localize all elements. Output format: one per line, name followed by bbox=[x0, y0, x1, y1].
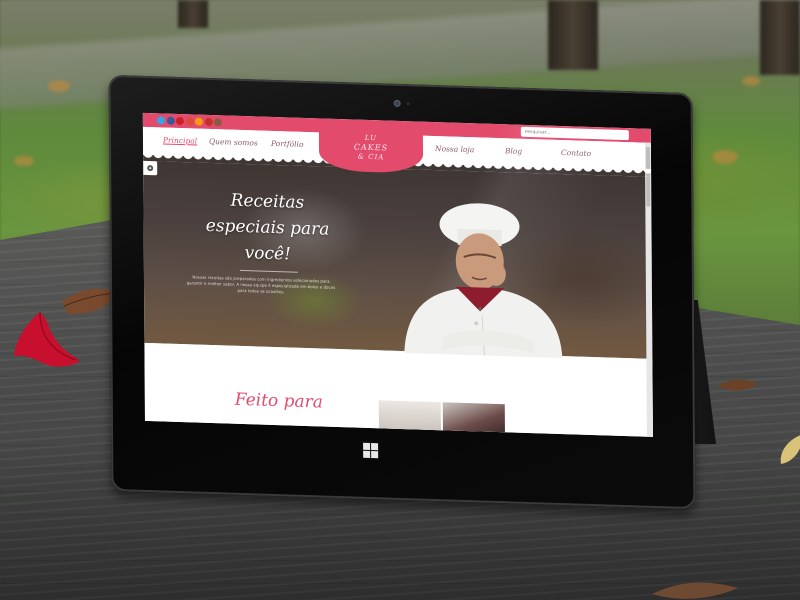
nav-portfolio[interactable]: Portfólio bbox=[271, 139, 304, 149]
fallen-leaf bbox=[14, 156, 34, 166]
windows-logo-icon[interactable] bbox=[363, 442, 379, 459]
nav-nossa-loja[interactable]: Nossa loja bbox=[435, 144, 474, 154]
gear-icon bbox=[147, 164, 154, 172]
site-logo[interactable]: LU CAKES & CIA bbox=[318, 122, 424, 174]
dry-leaf bbox=[652, 582, 738, 599]
fallen-leaf bbox=[48, 80, 70, 92]
tablet-device: Principal Quem somos Portfólio Nossa loj… bbox=[108, 74, 696, 510]
google-plus-icon[interactable] bbox=[185, 117, 194, 126]
cake-thumbnail[interactable] bbox=[442, 402, 505, 435]
fallen-leaf bbox=[742, 76, 760, 86]
chef-photo bbox=[404, 203, 563, 359]
section-title: Feito para bbox=[234, 389, 323, 413]
social-icons bbox=[156, 116, 222, 127]
yellow-leaf bbox=[780, 435, 800, 464]
tree-trunk bbox=[548, 0, 598, 70]
facebook-icon[interactable] bbox=[166, 116, 175, 125]
pinterest-icon[interactable] bbox=[175, 116, 184, 126]
search-input[interactable] bbox=[520, 126, 629, 141]
nav-principal[interactable]: Principal bbox=[163, 135, 197, 145]
chefs-thumbnail[interactable] bbox=[378, 400, 441, 433]
youtube-icon[interactable] bbox=[204, 117, 213, 127]
nav-quem-somos[interactable]: Quem somos bbox=[209, 137, 258, 148]
tree-trunk bbox=[178, 0, 208, 28]
instagram-icon[interactable] bbox=[213, 118, 222, 127]
settings-button[interactable] bbox=[143, 160, 158, 176]
photo-scene: Principal Quem somos Portfólio Nossa loj… bbox=[0, 0, 800, 600]
dry-leaf bbox=[718, 379, 758, 391]
tree-trunk bbox=[760, 0, 800, 75]
twitter-icon[interactable] bbox=[156, 116, 165, 125]
rss-icon[interactable] bbox=[194, 117, 203, 126]
hero-banner: Receitas especiais para você! Nossas rec… bbox=[143, 154, 653, 359]
page-scrollbar[interactable] bbox=[644, 142, 653, 437]
front-camera bbox=[393, 99, 401, 107]
sensor-dot bbox=[406, 102, 410, 106]
nav-blog[interactable]: Blog bbox=[505, 146, 522, 156]
fallen-leaf bbox=[712, 150, 738, 164]
hero-title: Receitas especiais para você! bbox=[205, 190, 330, 265]
tablet-screen: Principal Quem somos Portfólio Nossa loj… bbox=[142, 112, 653, 437]
nav-contato[interactable]: Contato bbox=[561, 148, 591, 158]
